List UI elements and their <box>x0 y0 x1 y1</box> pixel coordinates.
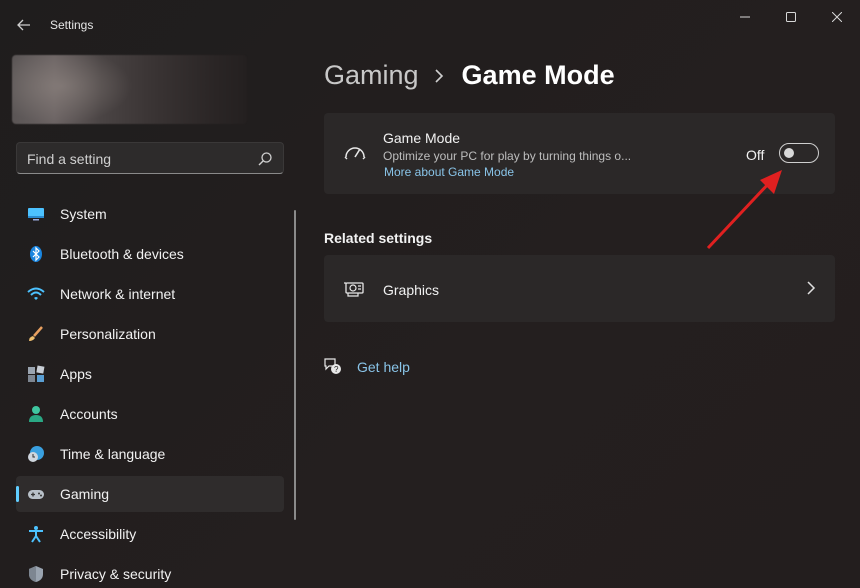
app-title: Settings <box>50 18 94 32</box>
graphics-card-icon <box>344 282 364 297</box>
user-profile-blurred[interactable] <box>12 55 247 124</box>
annotation-arrow <box>706 170 782 250</box>
sidebar-item-time-language[interactable]: Time & language <box>16 436 284 472</box>
graphics-settings-item[interactable]: Graphics <box>324 255 835 322</box>
help-chat-icon: ? <box>324 358 341 374</box>
game-mode-title: Game Mode <box>383 130 461 146</box>
brush-icon <box>29 326 43 341</box>
sidebar-item-label: Time & language <box>60 446 166 462</box>
wifi-icon <box>27 287 45 300</box>
breadcrumb-parent-link[interactable]: Gaming <box>324 60 419 91</box>
sidebar-item-label: Personalization <box>60 326 156 342</box>
search-icon[interactable] <box>257 151 273 167</box>
chevron-right-icon <box>807 281 816 295</box>
sidebar-item-label: Privacy & security <box>60 566 172 582</box>
page-title: Game Mode <box>461 60 615 90</box>
close-icon <box>832 12 842 22</box>
sidebar-item-accounts[interactable]: Accounts <box>16 396 284 432</box>
selection-indicator <box>16 486 19 502</box>
system-icon <box>28 208 44 221</box>
sidebar-item-label: Accounts <box>60 406 118 422</box>
game-mode-description: Optimize your PC for play by turning thi… <box>383 149 632 163</box>
sidebar-item-accessibility[interactable]: Accessibility <box>16 516 284 552</box>
breadcrumb: Gaming Game Mode <box>324 60 615 91</box>
sidebar-item-bluetooth[interactable]: Bluetooth & devices <box>16 236 284 272</box>
sidebar-item-apps[interactable]: Apps <box>16 356 284 392</box>
sidebar-item-system[interactable]: System <box>16 196 284 232</box>
graphics-label: Graphics <box>383 282 440 298</box>
more-about-game-mode-link[interactable]: More about Game Mode <box>384 165 514 179</box>
related-settings-heading: Related settings <box>324 230 433 246</box>
sidebar-item-label: Apps <box>60 366 92 382</box>
title-bar: Settings <box>0 0 860 48</box>
svg-text:?: ? <box>334 365 339 374</box>
back-arrow-icon <box>17 19 30 31</box>
accessibility-icon <box>29 526 43 543</box>
sidebar-nav: System Bluetooth & devices Network & int… <box>16 196 284 588</box>
search-input[interactable]: Find a setting <box>27 151 111 167</box>
person-icon <box>29 406 43 422</box>
sidebar-item-network[interactable]: Network & internet <box>16 276 284 312</box>
minimize-button[interactable] <box>722 6 768 28</box>
sidebar-scrollbar[interactable] <box>294 210 296 520</box>
maximize-button[interactable] <box>768 6 814 28</box>
chevron-right-icon <box>434 68 443 83</box>
settings-window: Settings Find a setting System Bluetooth… <box>0 0 860 588</box>
sidebar-item-gaming[interactable]: Gaming <box>16 476 284 512</box>
apps-icon <box>28 365 45 382</box>
close-button[interactable] <box>814 6 860 28</box>
shield-icon <box>29 566 43 582</box>
search-box[interactable]: Find a setting <box>16 142 284 174</box>
toggle-knob <box>784 148 794 158</box>
get-help-link[interactable]: Get help <box>357 359 410 375</box>
sidebar-item-label: Gaming <box>60 486 110 502</box>
sidebar-item-label: Accessibility <box>60 526 137 542</box>
bluetooth-icon <box>30 246 42 262</box>
sidebar-item-personalization[interactable]: Personalization <box>16 316 284 352</box>
speedometer-icon <box>344 147 366 160</box>
back-button[interactable] <box>10 12 38 38</box>
sidebar-item-label: System <box>60 206 107 222</box>
sidebar-item-privacy[interactable]: Privacy & security <box>16 556 284 588</box>
minimize-icon <box>740 16 750 18</box>
sidebar-item-label: Network & internet <box>60 286 176 302</box>
sidebar-item-label: Bluetooth & devices <box>60 246 184 262</box>
maximize-icon <box>786 12 796 22</box>
gamepad-icon <box>28 490 44 499</box>
clock-globe-icon <box>28 446 44 462</box>
